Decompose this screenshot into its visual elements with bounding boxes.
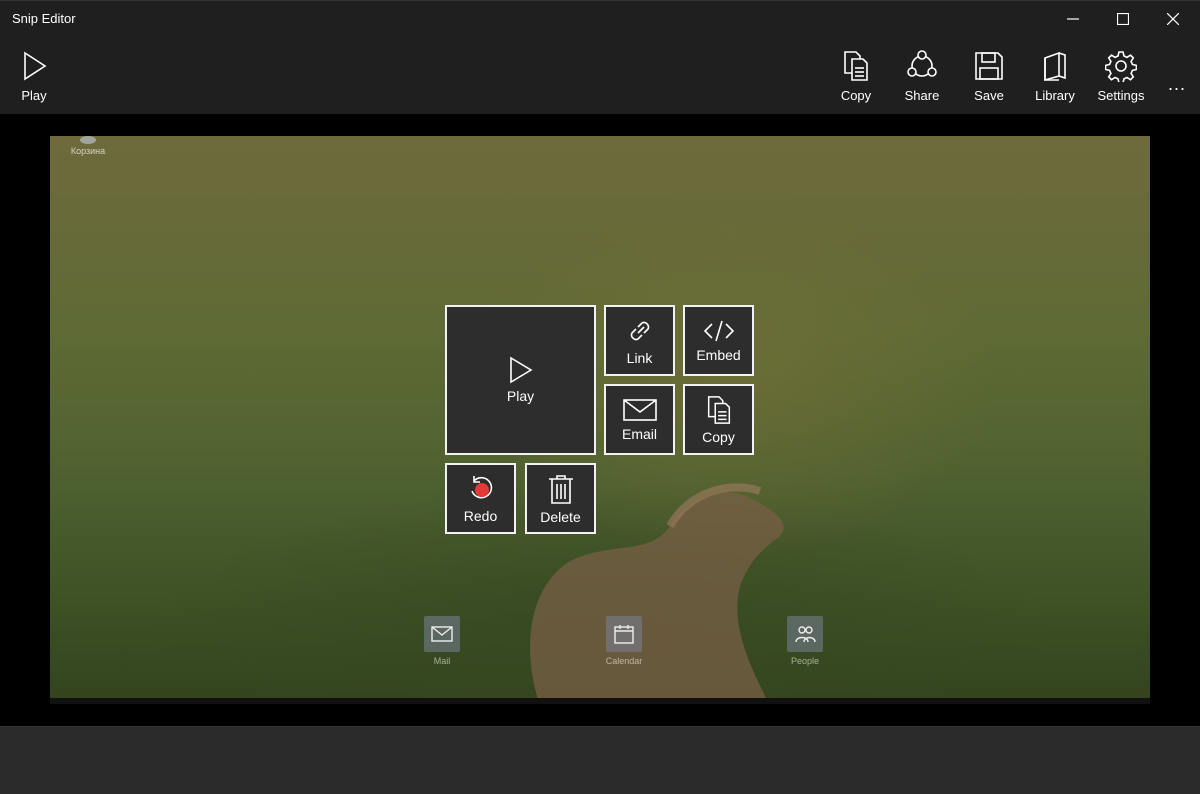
toolbar-copy-button[interactable]: Copy — [823, 50, 889, 103]
link-icon — [630, 321, 649, 340]
calendar-icon — [614, 625, 634, 644]
desktop-icon-mail: Mail — [402, 616, 482, 666]
library-icon — [1044, 51, 1066, 82]
play-icon — [509, 356, 533, 384]
menu-redo-tile[interactable]: Redo — [445, 463, 516, 534]
menu-delete-label: Delete — [540, 508, 581, 525]
window-title: Snip Editor — [12, 11, 76, 26]
menu-email-tile[interactable]: Email — [604, 384, 675, 455]
maximize-icon — [1117, 13, 1129, 25]
desktop-icon-calendar: Calendar — [584, 616, 664, 666]
maximize-button[interactable] — [1098, 1, 1148, 37]
toolbar-share-button[interactable]: Share — [889, 50, 955, 103]
menu-embed-label: Embed — [696, 346, 741, 363]
status-bar — [0, 726, 1200, 794]
screenshot-preview: Корзина Mail Calendar People — [50, 136, 1150, 698]
redo-record-icon — [470, 475, 492, 498]
mail-icon — [431, 626, 453, 642]
minimize-icon — [1067, 18, 1079, 20]
recycle-bin-label: Корзина — [70, 146, 106, 156]
share-icon — [907, 50, 937, 77]
more-options-button[interactable]: ... — [1168, 74, 1186, 95]
menu-link-label: Link — [626, 349, 653, 366]
toolbar-play-label: Play — [21, 88, 47, 103]
toolbar-library-button[interactable]: Library — [1022, 50, 1088, 103]
gear-icon — [1105, 51, 1137, 82]
people-icon — [795, 626, 816, 643]
toolbar-library-label: Library — [1035, 88, 1075, 103]
recycle-bin-icon — [80, 136, 96, 144]
copy-icon — [707, 395, 730, 424]
close-icon — [1167, 13, 1179, 25]
toolbar: Play Copy Share Save Library Settings .. — [0, 36, 1200, 114]
toolbar-save-label: Save — [974, 88, 1004, 103]
menu-play-label: Play — [506, 388, 535, 404]
toolbar-copy-label: Copy — [840, 88, 872, 103]
menu-copy-label: Copy — [702, 428, 735, 445]
menu-embed-tile[interactable]: Embed — [683, 305, 754, 376]
menu-link-tile[interactable]: Link — [604, 305, 675, 376]
menu-copy-tile[interactable]: Copy — [683, 384, 754, 455]
minimize-button[interactable] — [1048, 1, 1098, 37]
toolbar-settings-label: Settings — [1097, 88, 1145, 103]
menu-play-tile[interactable]: Play — [445, 305, 596, 455]
desktop-icon-label: Calendar — [605, 656, 643, 666]
toolbar-settings-button[interactable]: Settings — [1088, 50, 1154, 103]
toolbar-play-button[interactable]: Play — [1, 50, 67, 103]
mail-icon — [622, 398, 657, 421]
close-button[interactable] — [1148, 1, 1198, 37]
desktop-icon-label: Mail — [433, 656, 451, 666]
desktop-recycle-bin: Корзина — [58, 136, 118, 156]
desktop-icon-label: People — [790, 656, 820, 666]
menu-delete-tile[interactable]: Delete — [525, 463, 596, 534]
menu-email-label: Email — [621, 425, 657, 442]
menu-redo-label: Redo — [463, 507, 498, 524]
trash-icon — [548, 474, 573, 504]
toolbar-share-label: Share — [904, 88, 940, 103]
copy-icon — [844, 51, 868, 81]
toolbar-save-button[interactable]: Save — [956, 50, 1022, 103]
play-icon — [24, 51, 47, 81]
snip-canvas: Корзина Mail Calendar People — [0, 114, 1200, 726]
screenshot-taskbar-strip — [50, 698, 1150, 704]
desktop-icon-people: People — [765, 616, 845, 666]
code-icon — [703, 320, 734, 341]
title-bar: Snip Editor — [0, 0, 1200, 36]
save-icon — [975, 52, 1003, 80]
